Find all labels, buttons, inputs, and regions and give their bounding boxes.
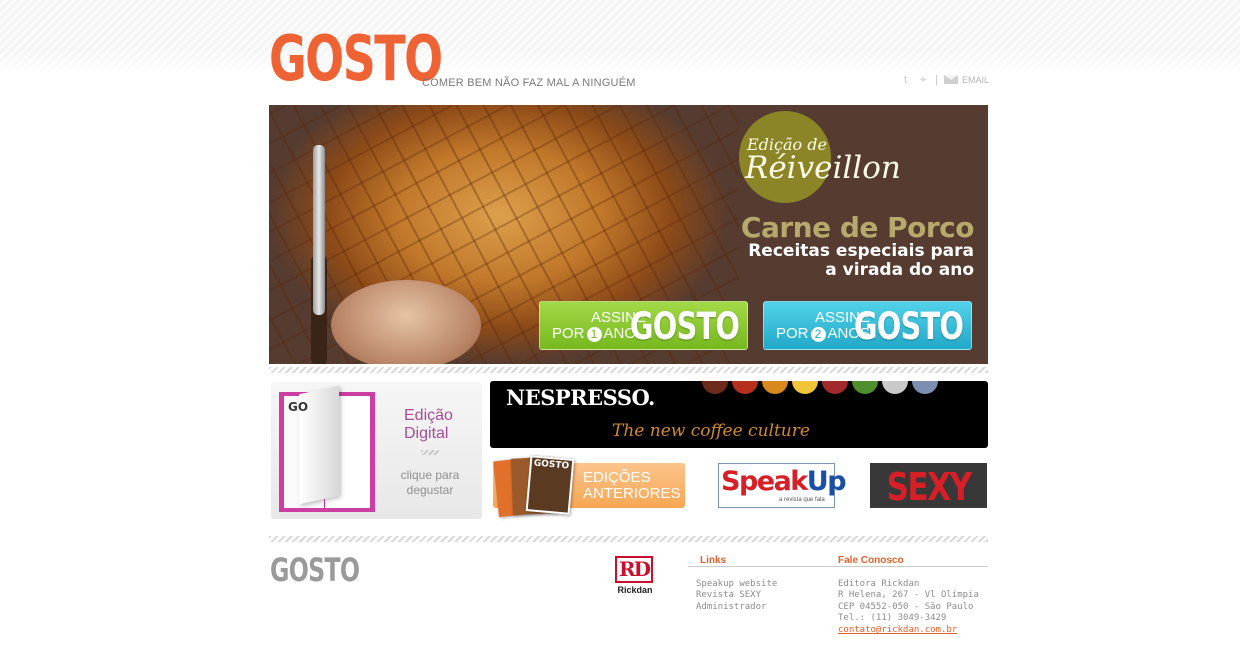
footer-link-sexy[interactable]: Revista SEXY — [696, 590, 761, 600]
digital-edition-box[interactable]: GO Edição Digital clique para degustar — [271, 382, 482, 519]
email-link[interactable]: EMAIL — [962, 75, 989, 85]
subscribe-brand: GOSTO — [629, 305, 740, 348]
previous-editions-label-line2: ANTERIORES — [583, 485, 681, 502]
page-container: GOSTO COMER BEM NÃO FAZ MAL A NINGUÉM t … — [269, 0, 989, 651]
pin-icon[interactable]: ⌖ — [920, 74, 926, 86]
capsule-icon — [912, 381, 938, 394]
contact-company: Editora Rickdan — [838, 579, 920, 589]
contact-heading: Fale Conosco — [838, 555, 904, 566]
footer-logo[interactable]: GOSTO — [270, 551, 360, 589]
previous-covers-image: GOSTO — [490, 455, 575, 518]
rickdan-logo-name: Rickdan — [617, 585, 653, 595]
capsule-icon — [882, 381, 908, 394]
subscribe-number: 1 — [586, 327, 602, 342]
nespresso-slogan: The new coffee culture — [612, 421, 810, 441]
subscribe-brand: GOSTO — [853, 305, 964, 348]
roast-slice-image — [331, 280, 481, 364]
footer-link-admin[interactable]: Administrador — [696, 602, 766, 612]
contact-address: R Helena, 267 - Vl Olímpia — [838, 590, 979, 600]
capsule-icon — [762, 381, 788, 394]
subscribe-duration: POR 1 ANO — [552, 326, 636, 342]
banner-title: Carne de Porco — [740, 211, 975, 244]
capsule-icon — [852, 381, 878, 394]
links-heading: Links — [700, 555, 727, 566]
divider — [269, 367, 988, 373]
capsule-icon — [732, 381, 758, 394]
sexy-logo: SEXY — [886, 465, 972, 509]
decorative-mark — [421, 450, 439, 455]
contact-phone: Tel.: (11) 3049-3429 — [838, 613, 947, 623]
email-icon[interactable] — [944, 75, 958, 84]
speakup-logo-link[interactable]: SpeakUp a revista que fala — [718, 463, 847, 508]
banner-subtitle-line2: a virada do ano — [825, 260, 974, 280]
speakup-tagline: a revista que fala — [779, 497, 825, 503]
separator: | — [935, 74, 938, 86]
digital-edition-cta-line1: clique para — [400, 468, 460, 482]
capsule-icon — [792, 381, 818, 394]
footer-link-speakup[interactable]: Speakup website — [696, 579, 777, 589]
subscribe-2-years-button[interactable]: ASSINE POR 2 ANOS GOSTO — [763, 301, 972, 350]
subscribe-por: POR — [552, 325, 585, 342]
contact-cep: CEP 04552-050 - São Paulo — [838, 602, 974, 612]
capsule-icon — [702, 381, 728, 394]
speakup-logo-speak: Speak — [721, 466, 808, 497]
capsule-icon — [822, 381, 848, 394]
rickdan-logo-mark: RD — [615, 556, 653, 583]
digital-edition-title-line2: Digital — [404, 425, 449, 442]
speakup-logo: SpeakUp — [721, 466, 847, 497]
digital-edition-title-line1: Edição — [404, 407, 453, 424]
nespresso-logo: NESPRESSO. — [506, 385, 655, 410]
cover-thumbnail: GOSTO — [525, 455, 575, 515]
subscribe-1-year-button[interactable]: ASSINE POR 1 ANO GOSTO — [539, 301, 748, 350]
cover-label: GOSTO — [533, 458, 570, 472]
speakup-logo-up: Up — [806, 466, 847, 497]
footer-heading-rule — [688, 566, 988, 567]
banner-subtitle-line1: Receitas especiais para — [748, 241, 974, 261]
nespresso-ad-banner[interactable]: NESPRESSO. The new coffee culture — [490, 381, 988, 448]
previous-editions-button[interactable]: GOSTO EDIÇÕES ANTERIORES — [493, 455, 685, 518]
subscribe-por: POR — [776, 325, 809, 342]
rickdan-logo[interactable]: RD Rickdan — [615, 556, 653, 598]
twitter-icon[interactable]: t — [904, 74, 907, 86]
site-logo[interactable]: GOSTO — [269, 28, 443, 90]
divider — [269, 536, 988, 542]
hero-banner[interactable]: Edição de Réiveillon Carne de Porco Rece… — [269, 105, 988, 364]
magazine-cover-label: GO — [288, 400, 309, 414]
subscribe-number: 2 — [810, 327, 826, 342]
social-links: t ⌖ | EMAIL — [902, 72, 992, 88]
carving-fork — [313, 145, 325, 315]
sexy-logo-link[interactable]: SEXY — [870, 463, 987, 509]
site-tagline: COMER BEM NÃO FAZ MAL A NINGUÉM — [422, 77, 636, 89]
previous-editions-label-line1: EDIÇÕES — [583, 469, 651, 486]
digital-edition-cta-line2: degustar — [406, 483, 454, 497]
edition-badge-line2: Réiveillon — [745, 150, 901, 186]
contact-email-link[interactable]: contato@rickdan.com.br — [838, 625, 957, 635]
